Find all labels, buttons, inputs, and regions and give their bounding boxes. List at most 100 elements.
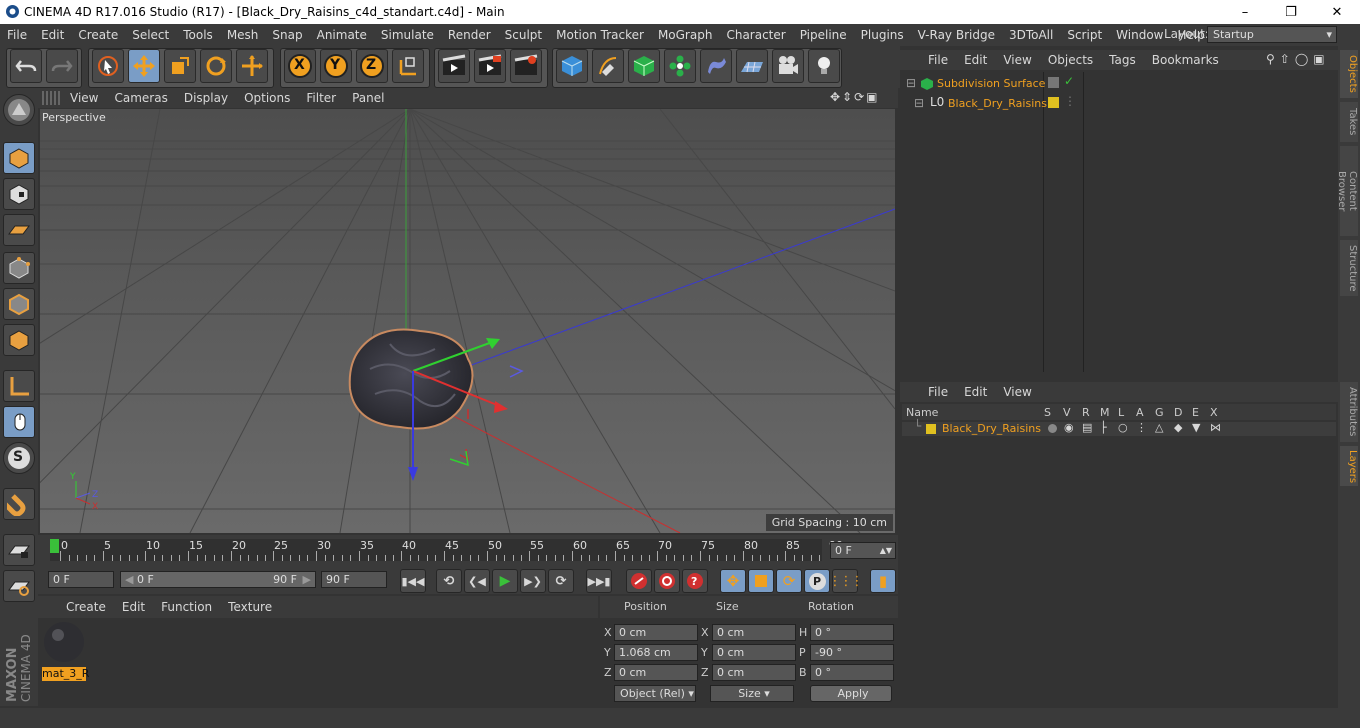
cube-primitive-icon[interactable] — [556, 49, 588, 83]
menu-3dtoall[interactable]: 3DToAll — [1002, 28, 1060, 42]
checkmark-icon[interactable]: ✓ — [1064, 74, 1074, 88]
visibility-dots-icon[interactable]: ⋮ — [1064, 94, 1076, 108]
workplane-mode-icon[interactable] — [3, 214, 35, 246]
pos-y-field[interactable]: 1.068 cm — [614, 644, 698, 661]
magnet-icon[interactable] — [3, 488, 35, 520]
menu-file[interactable]: File — [0, 28, 34, 42]
layer-row[interactable]: └ Black_Dry_Raisins ◉ ▤ ├ ○ ⋮ △ ◆ ▼ ⋈ — [902, 419, 1336, 436]
expression-icon[interactable]: ▼ — [1192, 421, 1200, 434]
previous-key-button[interactable]: ⟲ — [436, 569, 462, 593]
viewport-navigation-icon[interactable]: ✥⇕⟳▣ — [830, 90, 880, 104]
object-menu-objects[interactable]: Objects — [1040, 53, 1101, 67]
layer-menu-view[interactable]: View — [995, 385, 1039, 399]
next-frame-button[interactable]: ▶❯ — [520, 569, 546, 593]
perspective-viewport[interactable]: Y ZX Perspective Grid Spacing : 10 cm — [40, 109, 895, 533]
viewport-menu-panel[interactable]: Panel — [344, 91, 392, 105]
go-to-start-button[interactable]: ▮◀◀ — [400, 569, 426, 593]
generator-icon[interactable]: △ — [1155, 421, 1163, 434]
menu-simulate[interactable]: Simulate — [374, 28, 441, 42]
tab-objects[interactable]: Objects — [1340, 50, 1358, 98]
menu-mesh[interactable]: Mesh — [220, 28, 266, 42]
lock-icon[interactable]: ○ — [1118, 421, 1128, 434]
tab-content-browser[interactable]: Content Browser — [1336, 146, 1358, 236]
menu-snap[interactable]: Snap — [265, 28, 309, 42]
close-button[interactable]: ✕ — [1314, 0, 1360, 24]
points-mode-icon[interactable] — [3, 252, 35, 284]
menu-select[interactable]: Select — [125, 28, 176, 42]
menu-vray-bridge[interactable]: V-Ray Bridge — [911, 28, 1002, 42]
object-search-icon[interactable]: ⚲⇧◯▣ — [1266, 52, 1330, 66]
x-axis-lock-button[interactable]: X — [284, 49, 316, 83]
current-frame-field[interactable]: 0 F ▲▼ — [830, 542, 896, 559]
menu-tools[interactable]: Tools — [176, 28, 220, 42]
rot-h-field[interactable]: 0 ° — [810, 624, 894, 641]
render-toggle-icon[interactable] — [1048, 77, 1059, 88]
menu-sculpt[interactable]: Sculpt — [498, 28, 549, 42]
redo-button[interactable] — [46, 49, 78, 83]
end-frame-field[interactable]: 90 F — [321, 571, 387, 588]
layer-menu-edit[interactable]: Edit — [956, 385, 995, 399]
next-key-button[interactable]: ⟳ — [548, 569, 574, 593]
viewport-menu-filter[interactable]: Filter — [298, 91, 344, 105]
undo-button[interactable] — [10, 49, 42, 83]
animation-film-icon[interactable]: ⋮ — [1136, 421, 1147, 434]
menu-edit[interactable]: Edit — [34, 28, 71, 42]
menu-mograph[interactable]: MoGraph — [651, 28, 720, 42]
pen-spline-icon[interactable] — [592, 49, 624, 83]
locked-workplane-icon[interactable] — [3, 534, 35, 566]
rot-b-field[interactable]: 0 ° — [810, 664, 894, 681]
tab-attributes[interactable]: Attributes — [1340, 382, 1358, 442]
coordinate-mode-select[interactable]: Object (Rel) ▾ — [614, 685, 696, 702]
pos-x-field[interactable]: 0 cm — [614, 624, 698, 641]
size-x-field[interactable]: 0 cm — [712, 624, 796, 641]
minimize-button[interactable]: – — [1222, 0, 1268, 24]
size-mode-select[interactable]: Size ▾ — [710, 685, 794, 702]
point-level-animation-icon[interactable]: ⋮⋮⋮ — [829, 569, 864, 593]
viewport-menu-options[interactable]: Options — [236, 91, 298, 105]
menu-render[interactable]: Render — [441, 28, 498, 42]
render-view-icon[interactable] — [438, 49, 470, 83]
layout-select[interactable]: Startup ▾ — [1207, 26, 1337, 43]
manager-tree-icon[interactable]: ├ — [1100, 421, 1107, 434]
pos-z-field[interactable]: 0 cm — [614, 664, 698, 681]
floor-icon[interactable] — [736, 49, 768, 83]
raisin-model[interactable] — [348, 328, 474, 430]
layer-menu-file[interactable]: File — [920, 385, 956, 399]
visible-eye-icon[interactable]: ◉ — [1064, 421, 1074, 434]
subdivision-surface-icon[interactable] — [628, 49, 660, 83]
rot-p-field[interactable]: -90 ° — [810, 644, 894, 661]
menu-script[interactable]: Script — [1060, 28, 1109, 42]
object-menu-view[interactable]: View — [995, 53, 1039, 67]
material-swatch[interactable]: mat_3_R — [42, 620, 89, 681]
move-tool-icon[interactable] — [128, 49, 160, 83]
viewport-menu-cameras[interactable]: Cameras — [106, 91, 175, 105]
menu-plugins[interactable]: Plugins — [854, 28, 911, 42]
viewport-menu-view[interactable]: View — [62, 91, 106, 105]
keyframe-selection-icon[interactable]: ? — [682, 569, 708, 593]
viewport-menu-display[interactable]: Display — [176, 91, 236, 105]
record-active-objects-icon[interactable] — [626, 569, 652, 593]
live-selection-tool-icon[interactable] — [92, 49, 124, 83]
menu-character[interactable]: Character — [719, 28, 792, 42]
material-menu-function[interactable]: Function — [153, 600, 220, 614]
light-icon[interactable] — [808, 49, 840, 83]
size-z-field[interactable]: 0 cm — [712, 664, 796, 681]
parameter-key-icon[interactable]: P — [804, 569, 830, 593]
xref-icon[interactable]: ⋈ — [1210, 421, 1221, 434]
go-to-end-button[interactable]: ▶▶▮ — [586, 569, 612, 593]
solo-toggle-icon[interactable] — [1048, 424, 1057, 433]
menu-window[interactable]: Window — [1109, 28, 1170, 42]
object-menu-bookmarks[interactable]: Bookmarks — [1144, 53, 1227, 67]
object-row-subdivision[interactable]: ⊟ Subdivision Surface ✓ — [904, 74, 1334, 94]
render-settings-icon[interactable] — [510, 49, 542, 83]
tab-layers[interactable]: Layers — [1340, 446, 1358, 486]
maximize-button[interactable]: ❐ — [1268, 0, 1314, 24]
menu-pipeline[interactable]: Pipeline — [793, 28, 854, 42]
play-button[interactable]: ▶ — [492, 569, 518, 593]
z-axis-lock-button[interactable]: Z — [356, 49, 388, 83]
snap-icon[interactable]: S — [3, 442, 35, 474]
material-menu-edit[interactable]: Edit — [114, 600, 153, 614]
coordinate-system-icon[interactable] — [392, 49, 424, 83]
rotate-tool-icon[interactable] — [200, 49, 232, 83]
timeline-window-icon[interactable]: ▮ — [870, 569, 896, 593]
